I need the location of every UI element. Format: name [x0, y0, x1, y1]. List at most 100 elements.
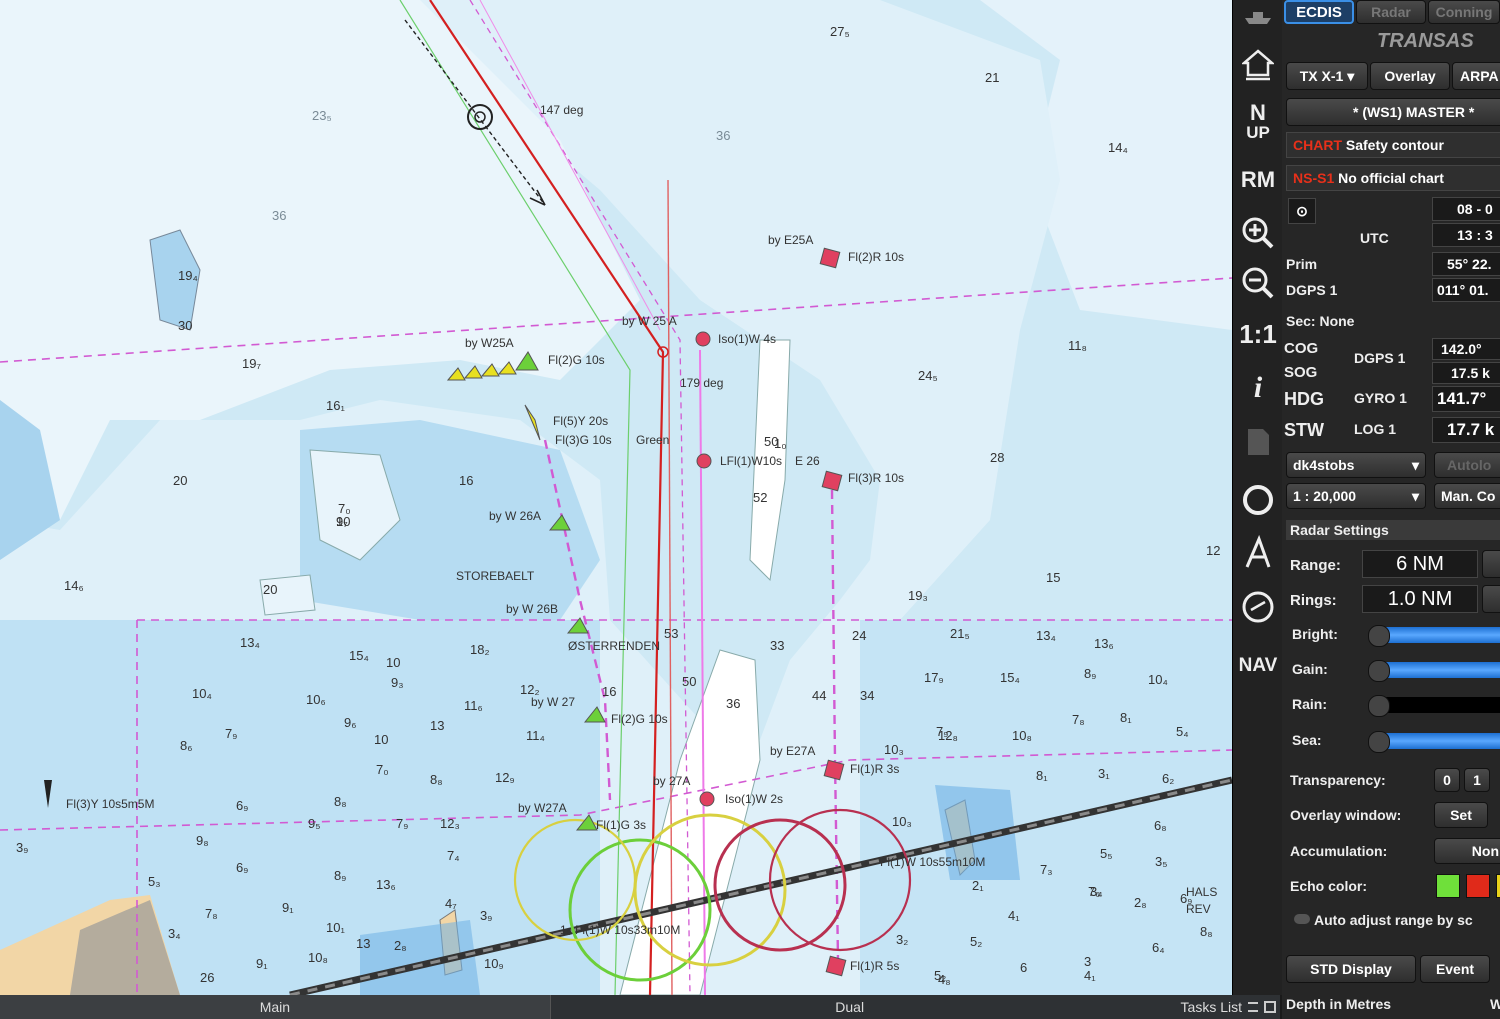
- accumulation-select[interactable]: Non: [1434, 838, 1500, 864]
- sounding-depth: 6₂: [1162, 771, 1174, 786]
- event-button[interactable]: Event: [1420, 955, 1490, 983]
- nautical-chart[interactable]: 27₅ 21 23₅ 36 14₄ 36 19₄ 30 19₇ 11₈ 24₅ 16₁ 20 16 28 7₀…: [0, 0, 1232, 995]
- sounding-depth: 18₂: [470, 642, 490, 657]
- light-label: Fl(2)R 10s: [848, 250, 904, 264]
- tasks-list-label: Tasks List: [1180, 999, 1242, 1015]
- safe-water-buoy[interactable]: [696, 453, 712, 469]
- rain-slider-knob[interactable]: [1368, 695, 1390, 717]
- rings-value[interactable]: 1.0 NM: [1362, 585, 1478, 613]
- gain-label: Gain:: [1292, 661, 1328, 677]
- manual-correction-button[interactable]: Man. Co: [1434, 483, 1500, 509]
- master-button[interactable]: * (WS1) MASTER *: [1286, 98, 1500, 126]
- sounding-depth: 8₉: [1084, 666, 1096, 681]
- red-buoy[interactable]: [821, 470, 843, 492]
- info-button[interactable]: i: [1236, 366, 1280, 410]
- menu-icon[interactable]: [1248, 1002, 1258, 1012]
- nav-button[interactable]: NAV: [1236, 644, 1280, 688]
- dgps-label: DGPS 1: [1286, 282, 1338, 298]
- relative-motion-button[interactable]: RM: [1236, 158, 1280, 202]
- stw-label: STW: [1284, 420, 1324, 440]
- rain-slider[interactable]: [1378, 697, 1500, 713]
- range-step-button[interactable]: [1482, 550, 1500, 578]
- sounding-depth: 3₉: [16, 840, 28, 855]
- sounding-depth: 28: [990, 450, 1004, 465]
- tab-radar[interactable]: Radar: [1356, 0, 1426, 24]
- clock-button[interactable]: ⊙: [1288, 198, 1316, 224]
- sounding-depth: 13₆: [1094, 636, 1114, 651]
- tab-conning[interactable]: Conning: [1428, 0, 1500, 24]
- rings-label: Rings:: [1290, 592, 1337, 609]
- echo-color-swatch[interactable]: [1466, 874, 1490, 898]
- sea-slider-knob[interactable]: [1368, 731, 1390, 753]
- sounding-depth: 8₈: [334, 794, 347, 809]
- sounding-depth: 36: [726, 696, 740, 711]
- radar-gauge-icon[interactable]: [1236, 585, 1280, 629]
- sounding-depth: 26: [200, 970, 214, 985]
- chart-alert-tag: CHART: [1293, 137, 1342, 153]
- tasks-list[interactable]: Tasks List: [1148, 995, 1280, 1019]
- north-up-button[interactable]: N UP: [1236, 98, 1280, 148]
- auto-adjust-toggle[interactable]: [1294, 914, 1310, 924]
- tab-main[interactable]: Main: [0, 995, 551, 1019]
- red-buoy[interactable]: [823, 759, 845, 781]
- range-value[interactable]: 6 NM: [1362, 550, 1478, 578]
- scale-select-label: 1 : 20,000: [1293, 488, 1357, 504]
- sounding-depth: 50: [682, 674, 696, 689]
- ship-icon[interactable]: [1236, 0, 1280, 30]
- light-label: Iso(1)W 4s: [718, 332, 776, 346]
- red-buoy[interactable]: [819, 247, 841, 269]
- sounding-depth: 5₂: [970, 934, 982, 949]
- gain-slider[interactable]: [1378, 662, 1500, 678]
- overlay-window-set-button[interactable]: Set: [1434, 802, 1488, 828]
- echo-color-swatch[interactable]: [1496, 874, 1500, 898]
- buoy-label: by W25A: [465, 336, 514, 350]
- scale-select[interactable]: 1 : 20,000 ▾: [1286, 483, 1426, 509]
- safe-water-buoy[interactable]: [699, 791, 715, 807]
- arpa-button[interactable]: ARPA: [1452, 62, 1500, 90]
- gain-slider-knob[interactable]: [1368, 660, 1390, 682]
- sounding-depth: 19₄: [178, 268, 198, 283]
- bright-slider[interactable]: [1378, 627, 1500, 643]
- prim-label: Prim: [1286, 256, 1318, 272]
- sounding-depth: 4₇: [445, 896, 457, 911]
- red-buoy[interactable]: [825, 955, 847, 977]
- cog-label: COG: [1284, 340, 1319, 357]
- target-ring-icon[interactable]: [1236, 478, 1280, 522]
- right-panel: ECDIS Radar Conning TRANSAS TX X-1 ▾ Ove…: [1282, 0, 1500, 1019]
- sounding-depth: 6: [1020, 960, 1027, 975]
- ns-alert[interactable]: NS-S1 No official chart: [1286, 165, 1500, 191]
- chart-doc-icon[interactable]: [1236, 420, 1280, 464]
- autoload-button[interactable]: Autolo: [1434, 452, 1500, 478]
- buoy-label: E 26: [795, 454, 820, 468]
- zoom-out-icon[interactable]: [1236, 261, 1280, 305]
- scale-1-1-button[interactable]: 1:1: [1236, 312, 1280, 356]
- buoy-label: by W27A: [518, 801, 567, 815]
- sounding-depth: 9₅: [308, 816, 320, 831]
- tx-select-label: TX X-1: [1299, 68, 1344, 84]
- overlay-button[interactable]: Overlay: [1370, 62, 1450, 90]
- tx-select[interactable]: TX X-1 ▾: [1286, 62, 1368, 90]
- chart-canvas[interactable]: 27₅2123₅3614₄3619₄3019₇11₈24₅16₁20 16287₀…: [0, 0, 1232, 995]
- rings-step-button[interactable]: [1482, 585, 1500, 613]
- std-display-button[interactable]: STD Display: [1286, 955, 1416, 983]
- home-ship-icon[interactable]: [1236, 44, 1280, 88]
- tab-ecdis[interactable]: ECDIS: [1284, 0, 1354, 24]
- transparency-0-button[interactable]: 0: [1434, 768, 1460, 792]
- route-select[interactable]: dk4stobs ▾: [1286, 452, 1426, 478]
- sounding-depth: 10₄: [1148, 672, 1168, 687]
- safe-water-buoy[interactable]: [695, 331, 711, 347]
- echo-color-swatch[interactable]: [1436, 874, 1460, 898]
- echo-color-swatches: [1436, 874, 1500, 898]
- buoy-label: by W 26B: [506, 602, 558, 616]
- chart-alert[interactable]: CHART Safety contour: [1286, 132, 1500, 158]
- sea-slider[interactable]: [1378, 733, 1500, 749]
- sounding-depth: 4₁: [1084, 968, 1096, 983]
- window-icon[interactable]: [1264, 1001, 1276, 1013]
- tab-dual[interactable]: Dual: [550, 995, 1149, 1019]
- bright-slider-knob[interactable]: [1368, 625, 1390, 647]
- light-label: Fl(3)Y 10s5m5M: [66, 797, 154, 811]
- zoom-in-icon[interactable]: [1236, 211, 1280, 255]
- transparency-1-button[interactable]: 1: [1464, 768, 1490, 792]
- sounding-depth: 4₁: [1008, 908, 1020, 923]
- route-tool-icon[interactable]: [1236, 531, 1280, 575]
